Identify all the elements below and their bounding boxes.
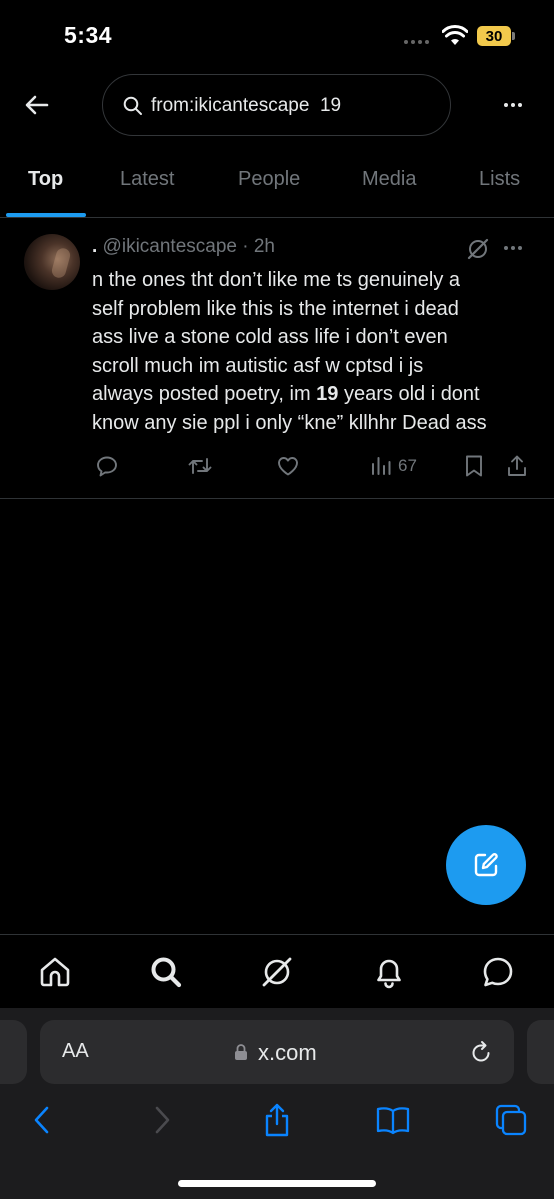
search-tabs: Top Latest People Media Lists bbox=[0, 150, 554, 218]
wifi-icon bbox=[442, 25, 468, 45]
compose-post-button[interactable] bbox=[446, 825, 526, 905]
nav-messages[interactable] bbox=[481, 955, 515, 989]
status-time: 5:34 bbox=[64, 22, 113, 48]
share-icon bbox=[265, 1103, 289, 1137]
nav-notifications[interactable] bbox=[372, 955, 406, 989]
home-indicator[interactable] bbox=[178, 1180, 376, 1187]
views-button[interactable]: 67 bbox=[370, 454, 417, 478]
book-icon bbox=[376, 1107, 410, 1135]
search-query: from:ikicantescape 19 bbox=[151, 95, 342, 116]
address-bar[interactable]: AA x.com bbox=[40, 1020, 514, 1084]
grok-icon bbox=[262, 957, 292, 987]
more-options-button[interactable] bbox=[498, 90, 528, 120]
lock-icon bbox=[235, 1044, 247, 1060]
search-icon bbox=[151, 957, 182, 988]
bookmarks-button[interactable] bbox=[373, 1100, 413, 1140]
tab-media[interactable]: Media bbox=[362, 168, 416, 191]
bookmark-icon bbox=[466, 455, 482, 477]
tab-people[interactable]: People bbox=[238, 168, 300, 191]
reload-icon[interactable] bbox=[468, 1040, 494, 1066]
tabs-icon bbox=[495, 1104, 527, 1136]
tabs-button[interactable] bbox=[491, 1100, 531, 1140]
search-icon bbox=[123, 96, 142, 115]
search-header: from:ikicantescape 19 bbox=[0, 72, 554, 138]
bell-icon bbox=[377, 959, 401, 989]
next-tab-preview[interactable] bbox=[527, 1020, 554, 1084]
tab-lists[interactable]: Lists bbox=[479, 168, 520, 191]
tab-top[interactable]: Top bbox=[28, 168, 63, 191]
nav-home[interactable] bbox=[38, 955, 72, 989]
battery-level: 30 bbox=[477, 26, 511, 46]
tweet-text: n the ones tht don’t like me ts genuinel… bbox=[92, 266, 542, 438]
reply-icon bbox=[97, 456, 117, 477]
tweet-text-line: self problem like this is the internet i… bbox=[92, 297, 459, 320]
chevron-left-icon bbox=[34, 1106, 49, 1134]
nav-grok[interactable] bbox=[260, 955, 294, 989]
search-match-highlight: 19 bbox=[316, 383, 339, 406]
back-button[interactable] bbox=[22, 90, 52, 120]
avatar[interactable] bbox=[24, 234, 80, 290]
bookmark-button[interactable] bbox=[464, 454, 484, 478]
repost-button[interactable] bbox=[187, 454, 213, 478]
tweet-text-segment: years old i dont bbox=[338, 383, 480, 406]
heart-icon bbox=[278, 457, 298, 476]
cellular-signal-icon bbox=[404, 40, 429, 44]
bottom-navigation bbox=[0, 934, 554, 1008]
tweet-actions: 67 bbox=[0, 454, 554, 482]
reader-settings-button[interactable]: AA bbox=[62, 1040, 89, 1063]
share-icon bbox=[508, 455, 526, 476]
status-bar: 5:34 30 bbox=[0, 0, 554, 70]
like-button[interactable] bbox=[276, 454, 300, 478]
compose-icon bbox=[474, 853, 498, 877]
tweet-text-segment: always posted poetry, im bbox=[92, 383, 317, 406]
tweet-text-line: ass live a stone cold ass life i don’t e… bbox=[92, 326, 448, 349]
tweet-text-line: scroll much im autistic asf w cptsd i js bbox=[92, 354, 424, 377]
tweet-header: . @ikicantescape · 2h bbox=[92, 236, 275, 258]
tweet-text-line: know any sie ppl i only “kne” kllhhr Dea… bbox=[92, 411, 487, 434]
grok-icon[interactable] bbox=[466, 237, 490, 261]
tweet-more-button[interactable] bbox=[504, 246, 522, 250]
browser-back-button[interactable] bbox=[22, 1100, 62, 1140]
tweet-handle-time: @ikicantescape · 2h bbox=[97, 236, 275, 257]
nav-explore[interactable] bbox=[149, 955, 183, 989]
active-tab-indicator bbox=[6, 213, 86, 217]
chevron-right-icon bbox=[155, 1106, 170, 1134]
home-icon bbox=[40, 957, 70, 987]
browser-chrome: AA x.com bbox=[0, 1008, 554, 1199]
previous-tab-preview[interactable] bbox=[0, 1020, 27, 1084]
share-button[interactable] bbox=[506, 454, 528, 478]
repost-icon bbox=[188, 458, 212, 474]
tweet-text-line: n the ones tht don’t like me ts genuinel… bbox=[92, 269, 461, 291]
browser-share-button[interactable] bbox=[257, 1100, 297, 1140]
chat-bubble-icon bbox=[483, 957, 513, 987]
arrow-left-icon bbox=[25, 95, 49, 115]
url-text: x.com bbox=[258, 1040, 317, 1065]
browser-forward-button[interactable] bbox=[142, 1100, 182, 1140]
browser-toolbar bbox=[0, 1100, 554, 1160]
battery-icon: 30 bbox=[477, 26, 515, 46]
views-count: 67 bbox=[398, 456, 417, 475]
search-input[interactable]: from:ikicantescape 19 bbox=[102, 74, 451, 136]
tweet[interactable]: . @ikicantescape · 2h n the ones tht don… bbox=[0, 218, 554, 499]
tweet-text-line: always posted poetry, im 19 years old i … bbox=[92, 380, 542, 409]
views-chart-icon bbox=[372, 457, 391, 475]
tab-latest[interactable]: Latest bbox=[120, 168, 174, 191]
reply-button[interactable] bbox=[95, 454, 119, 478]
